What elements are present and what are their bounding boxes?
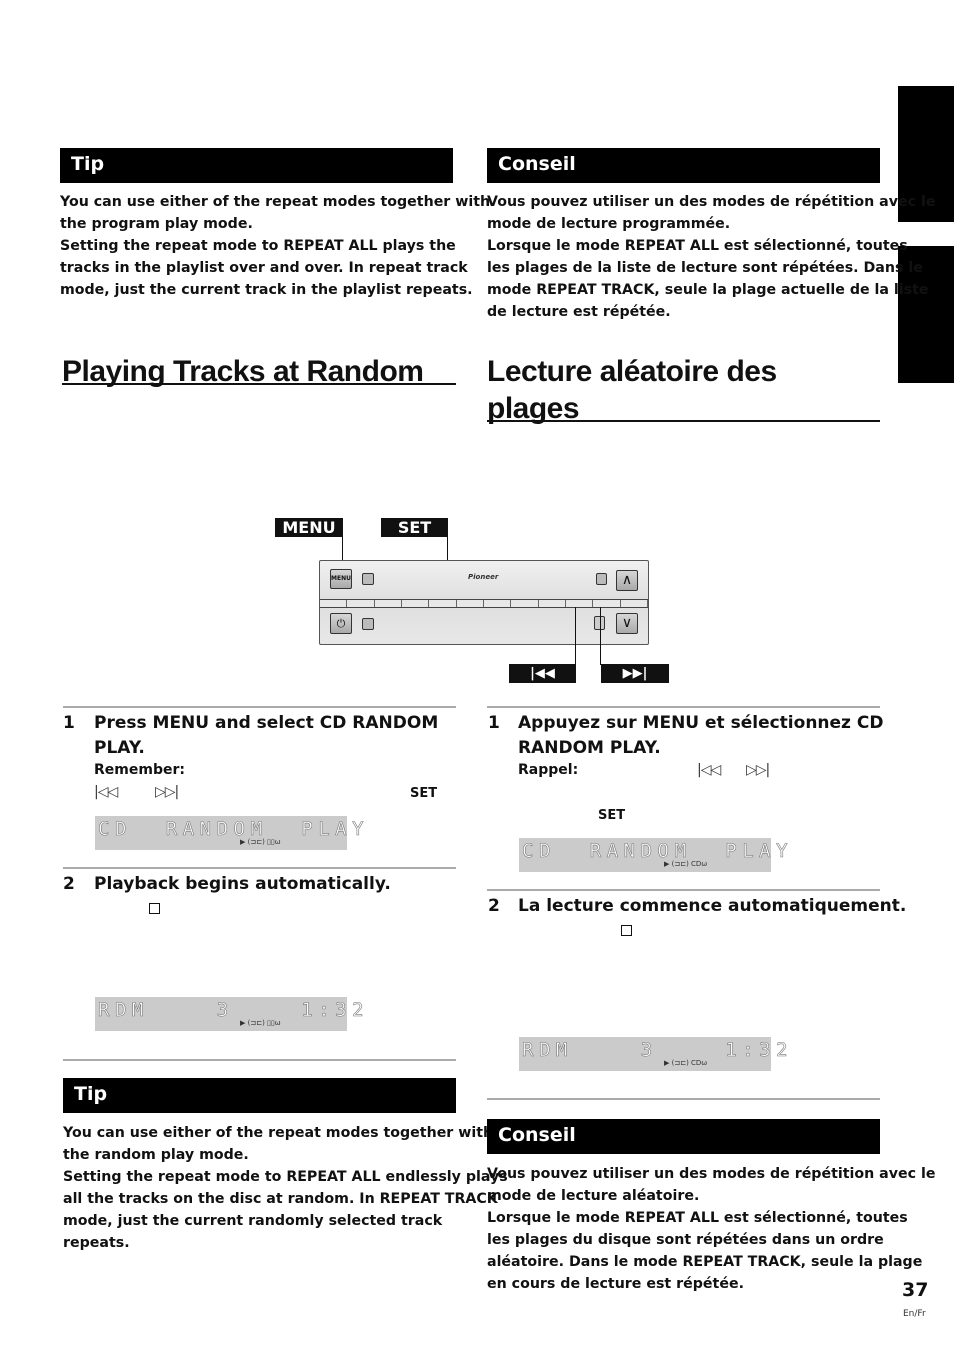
lcd-indicator-icons: ▶ (⊐⊏) ▯▯ω [240,1019,281,1027]
lcd-indicator-icons: ▶ (⊐⊏) CDω [664,860,708,868]
lcd-text: CD RANDOM PLAY [522,840,794,863]
text-line: repeats. [63,1235,130,1251]
step-divider [63,867,456,869]
prev-track-icon: |◁◁ [94,784,118,800]
step-number: 1 [488,713,500,733]
lcd-indicator-icons: ▶ (⊐⊏) ▯▯ω [240,838,281,846]
set-label: SET [410,786,438,801]
up-arrow-button[interactable]: ∧ [616,570,638,591]
input-icon [362,618,374,630]
text-line: mode de lecture programmée. [487,216,731,232]
lcd-display: CD RANDOM PLAY ▶ (⊐⊏) ▯▯ω [95,816,364,850]
text-line: You can use either of the repeat modes t… [63,1125,494,1141]
next-track-callout-label: ▶▶| [601,664,669,683]
section-divider [63,1059,456,1061]
brand-logo: Pioneer [468,573,499,581]
step-title: La lecture commence automatiquement. [518,896,907,916]
next-track-icon: ▷▷| [746,762,770,778]
text-line: Setting the repeat mode to REPEAT ALL en… [63,1169,508,1185]
tip-text: You can use either of the repeat modes t… [63,1122,508,1254]
lcd-text: CD RANDOM PLAY [98,818,370,841]
text-line: You can use either of the repeat modes t… [60,194,491,210]
text-line: aléatoire. Dans le mode REPEAT TRACK, se… [487,1254,923,1270]
lcd-display: RDM 3 1:32 ▶ (⊐⊏) CDω [519,1037,788,1071]
text-line: mode, just the current randomly selected… [63,1213,443,1229]
text-line: de lecture est répétée. [487,304,671,320]
step-number: 1 [63,713,75,733]
title-line: RANDOM PLAY. [518,738,661,758]
text-line: les plages de la liste de lecture sont r… [487,260,923,276]
down-arrow-button[interactable]: ∨ [616,613,638,634]
tip-heading: Tip [63,1078,456,1113]
tip-text: You can use either of the repeat modes t… [60,191,490,301]
conseil-text: Vous pouvez utiliser un des modes de rép… [487,1163,935,1295]
lcd-indicator-icons: ▶ (⊐⊏) CDω [664,1059,708,1067]
prev-leader-line [575,607,576,665]
set-label: SET [598,808,626,823]
prev-track-callout-label: |◀◀ [509,664,576,683]
text-line: Lorsque le mode REPEAT ALL est sélection… [487,1210,908,1226]
conseil-heading: Conseil [487,148,880,183]
menu-callout-label: MENU [275,518,343,537]
title-underline [487,420,880,422]
title-line: PLAY. [94,738,145,758]
rappel-label: Rappel: [518,762,579,778]
next-leader-line [600,607,601,665]
lcd-display: RDM 3 1:32 ▶ (⊐⊏) ▯▯ω [95,997,364,1031]
page-number: 37 [902,1279,929,1301]
title-line: Lecture aléatoire des [487,355,777,388]
text-line: Lorsque le mode REPEAT ALL est sélection… [487,238,908,254]
text-line: mode, just the current track in the play… [60,282,473,298]
conseil-text: Vous pouvez utiliser un des modes de rép… [487,191,935,323]
text-line: tracks in the playlist over and over. In… [60,260,468,276]
text-line: en cours de lecture est répétée. [487,1276,744,1292]
square-symbol [621,925,632,936]
step-number: 2 [63,874,75,894]
prev-track-icon: |◁◁ [697,762,721,778]
title-underline [62,383,456,385]
step-number: 2 [488,896,500,916]
text-line: Vous pouvez utiliser un des modes de rép… [487,194,936,210]
page-title-french: Lecture aléatoire des plages [487,353,777,427]
text-line: the program play mode. [60,216,253,232]
eject-icon [596,573,607,585]
language-code: En/Fr [903,1309,926,1319]
lcd-text: RDM 3 1:32 [98,999,370,1022]
remember-label: Remember: [94,762,185,778]
display-icon [362,573,374,585]
text-line: Setting the repeat mode to REPEAT ALL pl… [60,238,456,254]
button-strip [320,599,648,608]
title-line: Press MENU and select CD RANDOM [94,713,439,733]
set-callout-label: SET [381,518,448,537]
step-divider [487,889,880,891]
text-line: mode de lecture aléatoire. [487,1188,700,1204]
step-title: Playback begins automatically. [94,874,391,894]
step-title: Press MENU and select CD RANDOM PLAY. [94,711,438,761]
lcd-display: CD RANDOM PLAY ▶ (⊐⊏) CDω [519,838,788,872]
text-line: the random play mode. [63,1147,249,1163]
text-line: Vous pouvez utiliser un des modes de rép… [487,1166,936,1182]
step-title: Appuyez sur MENU et sélectionnez CD RAND… [518,711,883,761]
square-symbol [149,903,160,914]
text-line: les plages du disque sont répétées dans … [487,1232,884,1248]
tip-heading: Tip [60,148,453,183]
text-line: all the tracks on the disc at random. In… [63,1191,498,1207]
section-divider [487,1098,880,1100]
title-line: Appuyez sur MENU et sélectionnez CD [518,713,884,733]
step-divider [63,706,456,708]
lcd-text: RDM 3 1:32 [522,1039,794,1062]
menu-button[interactable]: MENU [330,569,352,589]
power-button[interactable]: ⏻ [330,613,352,634]
next-track-icon: ▷▷| [155,784,179,800]
conseil-heading: Conseil [487,1119,880,1154]
step-divider [487,706,880,708]
text-line: mode REPEAT TRACK, seule la plage actuel… [487,282,929,298]
